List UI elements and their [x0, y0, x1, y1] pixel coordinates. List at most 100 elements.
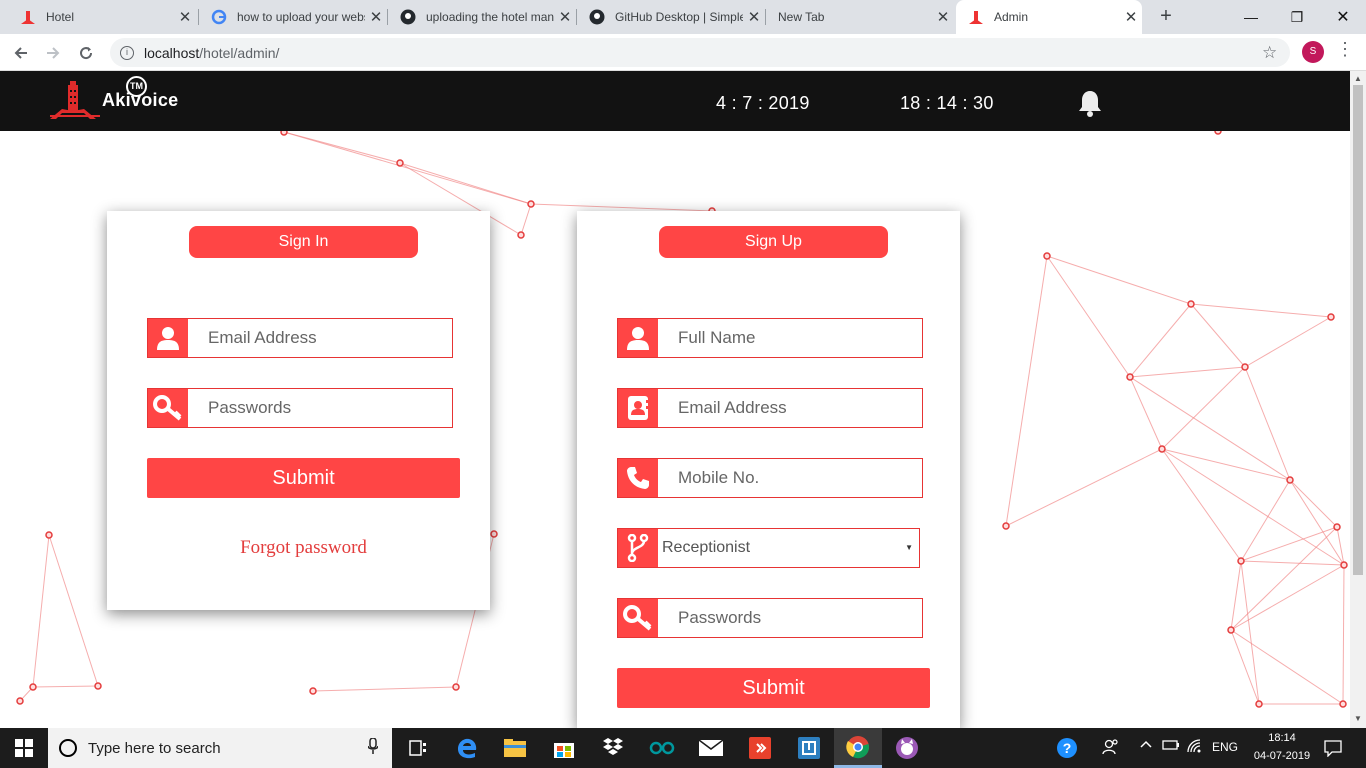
address-bar[interactable]: i localhost/hotel/admin/ [110, 38, 1290, 67]
network-link [1005, 255, 1048, 527]
signup-email-input[interactable] [658, 389, 922, 427]
tab-new-tab[interactable]: New Tab ✕ [766, 0, 954, 34]
browser-menu-icon[interactable]: ⋮ [1336, 40, 1354, 58]
page-scrollbar[interactable]: ▲ ▼ [1350, 71, 1366, 728]
scroll-up-arrow-icon[interactable]: ▲ [1354, 74, 1362, 83]
signup-submit-button[interactable]: Submit [617, 668, 930, 708]
scroll-down-arrow-icon[interactable]: ▼ [1354, 714, 1362, 723]
arduino-icon[interactable] [638, 728, 686, 768]
back-arrow-icon[interactable] [8, 40, 34, 66]
key-icon [618, 599, 658, 637]
network-node [1241, 363, 1249, 371]
sourcetree-icon[interactable] [785, 728, 833, 768]
help-icon[interactable]: ? [1056, 737, 1078, 762]
tab-close-icon[interactable]: ✕ [554, 8, 576, 26]
chrome-icon[interactable] [834, 728, 882, 768]
phone-icon [618, 459, 658, 497]
user-icon [148, 319, 188, 357]
tab-close-icon[interactable]: ✕ [174, 8, 196, 26]
network-link [1230, 560, 1242, 631]
edge-browser-icon[interactable] [443, 728, 491, 768]
taskbar-search-text: Type here to search [88, 739, 221, 757]
github-desktop-icon[interactable] [883, 728, 931, 768]
signin-card: Sign In Submit Forgot password [107, 211, 490, 610]
github-favicon-icon [589, 9, 605, 25]
signup-role-select[interactable]: Receptionist ▼ [658, 529, 919, 567]
signup-name-input[interactable] [658, 319, 922, 357]
people-icon[interactable] [1102, 738, 1120, 759]
signup-mobile-input[interactable] [658, 459, 922, 497]
signin-email-field [147, 318, 453, 358]
tab-google-search[interactable]: how to upload your website ✕ [199, 0, 387, 34]
network-link [1161, 448, 1291, 481]
role-selected-value: Receptionist [662, 539, 751, 556]
url-path: /hotel/admin/ [199, 44, 280, 61]
tab-close-icon[interactable]: ✕ [743, 8, 765, 26]
signin-password-input[interactable] [188, 389, 452, 427]
task-view-icon[interactable] [394, 728, 442, 768]
forgot-password-link[interactable]: Forgot password [107, 537, 500, 559]
network-node [396, 159, 404, 167]
signin-email-input[interactable] [188, 319, 452, 357]
network-link [1289, 479, 1345, 566]
hotel-favicon-icon [968, 9, 984, 25]
close-window-button[interactable]: ✕ [1320, 0, 1366, 34]
scrollbar-thumb[interactable] [1353, 85, 1363, 575]
header-date: 4 : 7 : 2019 [716, 93, 810, 113]
network-node [1126, 373, 1134, 381]
dropdown-caret-icon: ▼ [905, 543, 913, 552]
forward-arrow-icon[interactable] [40, 40, 66, 66]
network-link [1240, 560, 1345, 566]
dropbox-icon[interactable] [589, 728, 637, 768]
windows-start-button[interactable] [0, 728, 48, 768]
file-explorer-icon[interactable] [491, 728, 539, 768]
store-icon[interactable] [540, 728, 588, 768]
new-tab-button[interactable]: + [1154, 5, 1178, 29]
mail-icon[interactable] [687, 728, 735, 768]
network-node [1002, 522, 1010, 530]
tab-close-icon[interactable]: ✕ [365, 8, 387, 26]
taskbar-clock-date[interactable]: 04-07-2019 [1248, 750, 1316, 762]
reload-icon[interactable] [73, 40, 99, 66]
network-link [1190, 303, 1332, 318]
tab-github-desktop[interactable]: GitHub Desktop | Simple ✕ [577, 0, 765, 34]
bookmark-star-icon[interactable]: ☆ [1262, 43, 1277, 63]
restore-button[interactable]: ❐ [1274, 0, 1320, 34]
taskbar-clock-time[interactable]: 18:14 [1254, 732, 1310, 744]
profile-avatar[interactable]: S [1302, 41, 1324, 63]
network-link [312, 686, 457, 692]
google-favicon-icon [211, 9, 227, 25]
tower-logo-icon [50, 81, 100, 119]
network-link [1230, 629, 1344, 705]
signup-password-input[interactable] [658, 599, 922, 637]
wifi-icon[interactable] [1186, 738, 1204, 757]
minimize-button[interactable]: — [1228, 0, 1274, 34]
notification-bell-icon[interactable] [1076, 89, 1104, 122]
network-node [1327, 313, 1335, 321]
signin-submit-button[interactable]: Submit [147, 458, 460, 498]
tab-close-icon[interactable]: ✕ [932, 8, 954, 26]
network-node [94, 682, 102, 690]
microphone-icon[interactable] [367, 737, 379, 758]
tab-github-upload[interactable]: uploading the hotel management ✕ [388, 0, 576, 34]
language-indicator[interactable]: ENG [1212, 740, 1238, 754]
tab-close-icon[interactable]: ✕ [1120, 8, 1142, 26]
tab-hotel[interactable]: Hotel ✕ [8, 0, 196, 34]
network-link [1240, 526, 1338, 562]
taskbar-search-box[interactable]: Type here to search [48, 728, 392, 768]
network-node [45, 531, 53, 539]
network-node [517, 231, 525, 239]
info-icon[interactable]: i [120, 45, 134, 60]
logo: Akivoice [50, 81, 178, 119]
github-favicon-icon [400, 9, 416, 25]
network-link [520, 203, 532, 236]
signup-title: Sign Up [659, 226, 888, 258]
network-node [1237, 557, 1245, 565]
show-hidden-icons-icon[interactable] [1140, 738, 1152, 753]
network-link [1161, 366, 1246, 450]
action-center-icon[interactable] [1324, 739, 1342, 760]
git-app-icon[interactable] [736, 728, 784, 768]
tab-admin[interactable]: Admin ✕ [956, 0, 1142, 34]
signup-card: Sign Up Receptionist ▼ [577, 211, 960, 728]
battery-icon[interactable] [1162, 738, 1180, 755]
